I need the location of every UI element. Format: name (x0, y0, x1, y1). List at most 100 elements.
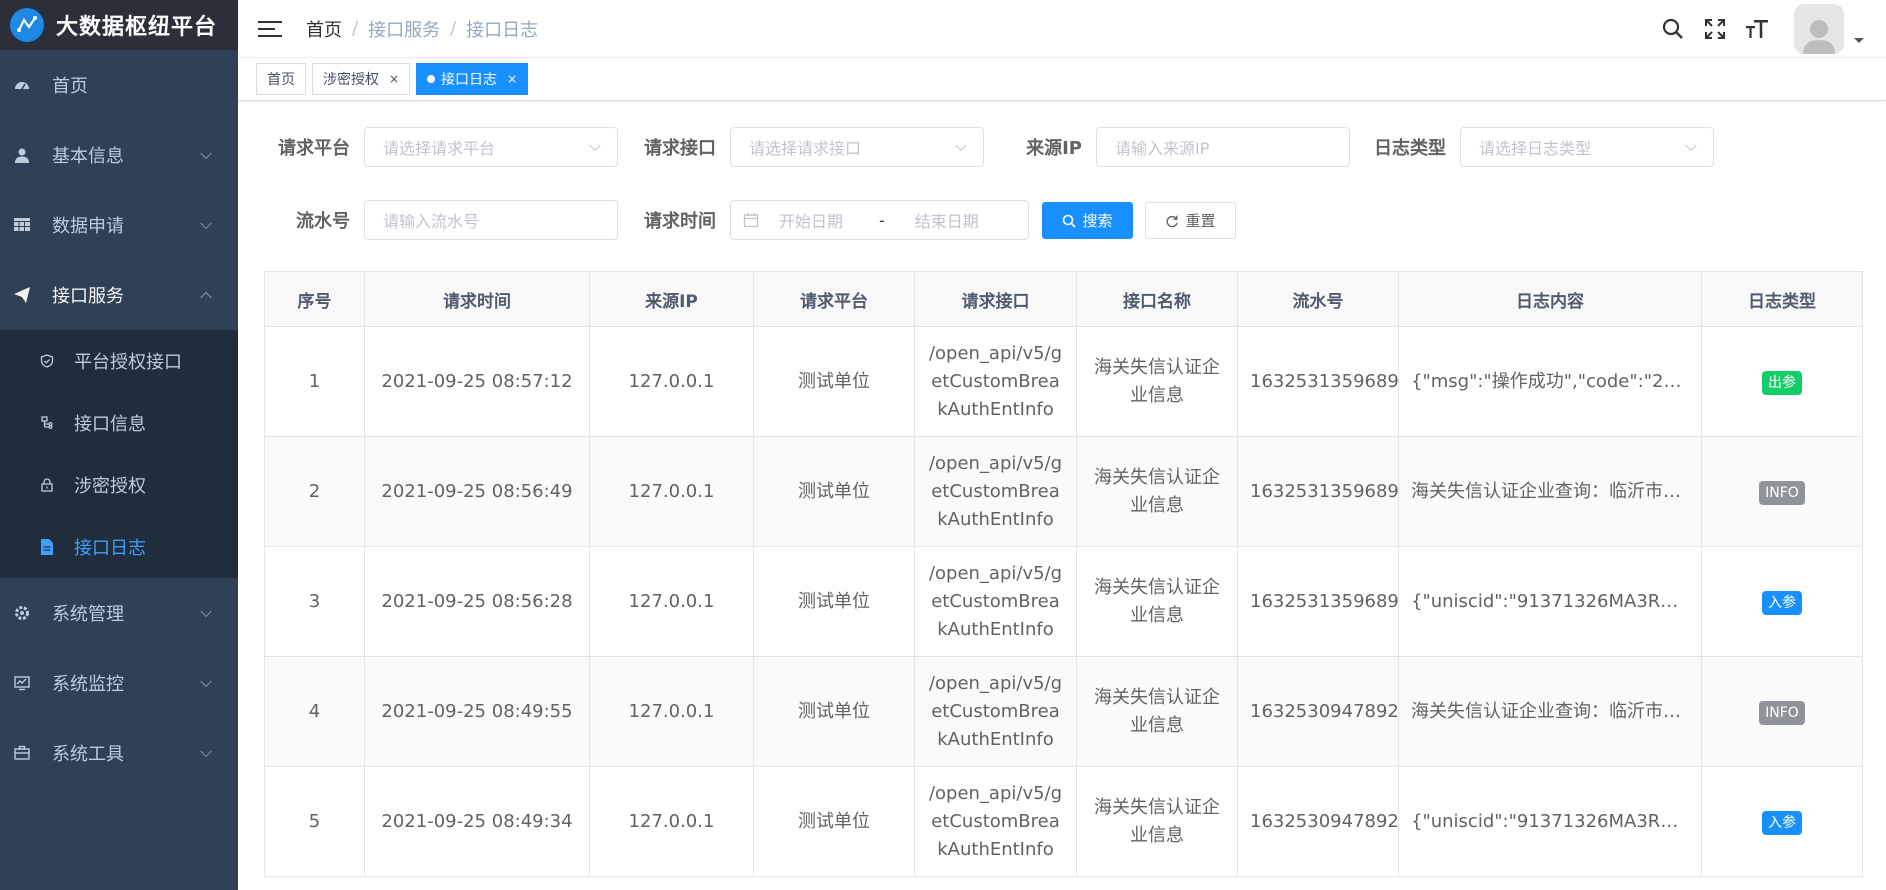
column-header[interactable]: 序号 (264, 271, 365, 327)
sidebar-item-0[interactable]: 首页 (0, 50, 238, 120)
font-size-icon[interactable] (1744, 16, 1770, 42)
sidebar-subitem-1[interactable]: 接口信息 (0, 392, 238, 454)
column-header[interactable]: 请求时间 (364, 271, 590, 327)
sidebar-subitem-0[interactable]: 平台授权接口 (0, 330, 238, 392)
column-header[interactable]: 请求平台 (753, 271, 915, 327)
tag-label: 接口日志 (441, 72, 498, 88)
sidebar-item-2[interactable]: 数据申请 (0, 190, 238, 260)
table-row[interactable]: 1 2021-09-25 08:57:12 127.0.0.1 测试单位/open_a… (264, 326, 1863, 437)
date-end[interactable]: 结束日期 (915, 208, 1005, 232)
cell-content: 海关失信认证企业查询：临沂市某某有限公司 (1398, 656, 1702, 767)
log-type-badge: 入参 (1762, 590, 1802, 615)
chevron-down-icon (200, 217, 212, 230)
cell-no: 5 (264, 766, 365, 877)
sidebar-menu: 首页基本信息 数据申请 接口服务平台授权接口 接口信息涉密授权 接口日志系统管理系统监控… (0, 50, 238, 788)
sidebar-item-6[interactable]: 系统工具 (0, 718, 238, 788)
log-type-badge: INFO (1759, 700, 1805, 725)
log-type-badge: 出参 (1762, 370, 1802, 395)
column-header[interactable]: 日志内容 (1398, 271, 1702, 327)
cell-api: /open_api/v5/getCustomBreakAuthEntInfo (914, 656, 1077, 767)
sidebar-item-label: 首页 (52, 76, 88, 97)
cell-platform: 测试单位 (753, 436, 915, 547)
table-row[interactable]: 3 2021-09-25 08:56:28 127.0.0.1 测试单位/open_a… (264, 546, 1863, 657)
cell-platform: 测试单位 (753, 326, 915, 437)
fullscreen-icon[interactable] (1702, 16, 1728, 42)
cell-time: 2021-09-25 08:56:28 (364, 546, 590, 657)
serial-input[interactable]: 请输入流水号 (364, 200, 618, 240)
toolbox-icon (14, 745, 30, 761)
search-button[interactable]: 搜索 (1042, 202, 1133, 239)
ip-input[interactable]: 请输入来源IP (1096, 127, 1350, 167)
cell-serial: 1632531359689 (1237, 546, 1399, 657)
cell-api: /open_api/v5/getCustomBreakAuthEntInfo (914, 546, 1077, 657)
cell-name: 海关失信认证企业信息 (1076, 436, 1238, 547)
logtype-select[interactable]: 请选择日志类型 (1460, 127, 1714, 167)
cell-type: INFO (1701, 656, 1863, 767)
sidebar-item-label: 系统管理 (52, 604, 124, 625)
close-icon[interactable]: × (389, 72, 399, 86)
sidebar-subitem-3[interactable]: 接口日志 (0, 516, 238, 578)
cell-name: 海关失信认证企业信息 (1076, 546, 1238, 657)
chevron-down-icon (200, 675, 212, 688)
send-icon (14, 287, 30, 303)
close-icon[interactable]: × (507, 72, 517, 86)
table-icon (14, 217, 30, 233)
sidebar-item-3[interactable]: 接口服务 (0, 260, 238, 330)
chevron-up-icon (200, 291, 212, 304)
tags-view: 首页 涉密授权 × 接口日志 × (238, 58, 1886, 101)
sidebar-item-label: 系统监控 (52, 674, 124, 695)
column-header[interactable]: 日志类型 (1701, 271, 1863, 327)
platform-select[interactable]: 请选择请求平台 (364, 127, 618, 167)
date-start[interactable]: 开始日期 (779, 208, 879, 232)
api-select[interactable]: 请选择请求接口 (730, 127, 984, 167)
gear-icon (14, 605, 30, 621)
column-header[interactable]: 流水号 (1237, 271, 1399, 327)
sidebar-subitem-label: 接口信息 (74, 414, 146, 435)
cell-type: 入参 (1701, 766, 1863, 877)
table-row[interactable]: 2 2021-09-25 08:56:49 127.0.0.1 测试单位/open_a… (264, 436, 1863, 547)
breadcrumb-separator: / (352, 18, 359, 39)
lock-icon (40, 478, 54, 492)
cell-content: {"uniscid":"91371326MA3RU362XX"} (1398, 546, 1702, 657)
date-separator: - (879, 210, 885, 230)
shield-icon (40, 354, 54, 368)
tag-0[interactable]: 首页 (256, 63, 306, 95)
brand[interactable]: 大数据枢纽平台 (0, 0, 238, 50)
cell-type: INFO (1701, 436, 1863, 547)
tag-1[interactable]: 涉密授权 × (312, 63, 411, 95)
tag-2[interactable]: 接口日志 × (416, 63, 529, 95)
search-icon[interactable] (1660, 16, 1686, 42)
logtype-label: 日志类型 (1374, 138, 1446, 159)
chevron-down-icon (955, 139, 967, 152)
cell-content: {"msg":"操作成功","code":"200","data":{}} (1398, 326, 1702, 437)
hamburger-icon[interactable] (258, 19, 282, 39)
breadcrumb-home[interactable]: 首页 (306, 16, 342, 42)
table-row[interactable]: 4 2021-09-25 08:49:55 127.0.0.1 测试单位/open_a… (264, 656, 1863, 767)
sidebar-subitem-2[interactable]: 涉密授权 (0, 454, 238, 516)
cell-no: 4 (264, 656, 365, 767)
header-tools (1644, 0, 1864, 58)
table-row[interactable]: 5 2021-09-25 08:49:34 127.0.0.1 测试单位/open_a… (264, 766, 1863, 877)
breadcrumb-parent: 接口服务 (368, 19, 441, 41)
sidebar: 大数据枢纽平台 首页基本信息 数据申请 接口服务平台授权接口 接口信息涉密授权 接口日志… (0, 0, 238, 890)
avatar[interactable] (1794, 4, 1844, 54)
active-dot-icon (427, 75, 436, 83)
cell-ip: 127.0.0.1 (589, 656, 754, 767)
cell-serial: 1632531359689 (1237, 436, 1399, 547)
sidebar-item-4[interactable]: 系统管理 (0, 578, 238, 648)
cell-type: 出参 (1701, 326, 1863, 437)
caret-down-icon[interactable] (1854, 37, 1864, 43)
date-range-picker[interactable]: 开始日期 - 结束日期 (730, 200, 1029, 240)
serial-label: 流水号 (296, 211, 350, 232)
cell-time: 2021-09-25 08:57:12 (364, 326, 590, 437)
refresh-icon (1167, 215, 1179, 227)
column-header[interactable]: 请求接口 (914, 271, 1077, 327)
sidebar-subitem-label: 平台授权接口 (74, 352, 182, 373)
cell-serial: 1632530947892 (1237, 766, 1399, 877)
sidebar-item-5[interactable]: 系统监控 (0, 648, 238, 718)
sidebar-item-1[interactable]: 基本信息 (0, 120, 238, 190)
column-header[interactable]: 接口名称 (1076, 271, 1238, 327)
api-label: 请求接口 (644, 138, 716, 159)
reset-button[interactable]: 重置 (1145, 202, 1236, 239)
column-header[interactable]: 来源IP (589, 271, 754, 327)
